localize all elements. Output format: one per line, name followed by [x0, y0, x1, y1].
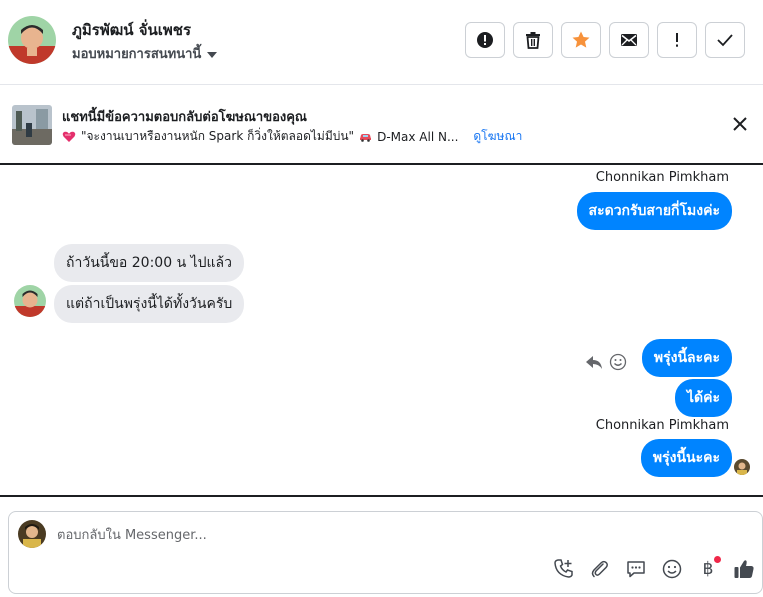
emoji-icon [662, 559, 682, 579]
reply-icon[interactable] [585, 354, 603, 370]
mark-unread-button[interactable] [609, 22, 649, 58]
alert-circle-icon [477, 32, 493, 48]
close-banner-button[interactable] [731, 115, 749, 133]
notification-dot [714, 556, 721, 563]
incoming-message[interactable]: ถ้าวันนี้ขอ 20:00 น ไปแล้ว [54, 244, 244, 282]
saved-replies-button[interactable] [625, 558, 647, 580]
envelope-icon [621, 34, 637, 46]
ad-banner-title: แชทนี้มีข้อความตอบกลับต่อโฆษณาของคุณ [62, 110, 307, 125]
assign-label: มอบหมายการสนทนานี้ [72, 47, 202, 62]
car-icon [360, 133, 372, 142]
heart-icon [62, 131, 76, 142]
emoji-button[interactable] [661, 558, 683, 580]
outgoing-message[interactable]: ได้ค่ะ [674, 379, 732, 417]
add-call-icon [554, 559, 573, 578]
inbox-conversation: ภูมิรพัฒน์ จั่นเพชร มอบหมายการสนทนานี้ แ… [0, 0, 763, 597]
exclamation-icon [676, 33, 678, 47]
sender-name: Chonnikan Pimkham [595, 418, 729, 433]
seen-receipt-avatar [734, 459, 750, 475]
composer-tools: ฿ [553, 556, 755, 580]
star-button[interactable] [561, 22, 601, 58]
payment-icon: ฿ [702, 559, 714, 579]
ad-thumbnail[interactable] [12, 105, 52, 145]
report-spam-button[interactable] [465, 22, 505, 58]
ad-reply-banner: แชทนี้มีข้อความตอบกลับต่อโฆษณาของคุณ "จะ… [0, 86, 763, 165]
reply-input[interactable] [57, 524, 657, 546]
ad-description: "จะงานเบาหรืองานหนัก Spark ก็วิ่งให้ตลอด… [62, 127, 522, 146]
contact-avatar[interactable] [8, 16, 56, 64]
mark-done-button[interactable] [705, 22, 745, 58]
attach-button[interactable] [589, 558, 611, 580]
caret-down-icon [207, 51, 218, 58]
conversation-actions [465, 22, 745, 58]
message-actions [585, 353, 627, 371]
page-avatar [18, 520, 46, 548]
sender-name: Chonnikan Pimkham [595, 170, 729, 185]
message-thread: Chonnikan Pimkham สะดวกรับสายกี่โมงค่ะ ถ… [0, 167, 763, 497]
close-icon [733, 117, 747, 131]
delete-button[interactable] [513, 22, 553, 58]
message-composer: ฿ [8, 511, 763, 594]
incoming-message[interactable]: แต่ถ้าเป็นพรุ่งนี้ได้ทั้งวันครับ [54, 285, 245, 323]
follow-up-button[interactable] [657, 22, 697, 58]
thumbs-up-icon [734, 560, 754, 578]
ad-text: "จะงานเบาหรืองานหนัก Spark ก็วิ่งให้ตลอด… [81, 129, 355, 143]
payment-button[interactable]: ฿ [697, 556, 721, 580]
ad-suffix: D-Max All N... [377, 129, 459, 144]
conversation-header: ภูมิรพัฒน์ จั่นเพชร มอบหมายการสนทนานี้ [0, 0, 763, 85]
assign-conversation-dropdown[interactable]: มอบหมายการสนทนานี้ [72, 43, 218, 64]
paperclip-icon [591, 560, 608, 578]
emoji-reaction-icon[interactable] [609, 353, 627, 371]
contact-name[interactable]: ภูมิรพัฒน์ จั่นเพชร [72, 18, 191, 42]
outgoing-message[interactable]: พรุ่งนี้ละคะ [641, 339, 732, 377]
outgoing-message[interactable]: พรุ่งนี้นะคะ [640, 439, 732, 477]
contact-avatar-small [14, 285, 46, 317]
check-icon [717, 34, 733, 47]
saved-replies-icon [627, 561, 645, 578]
trash-icon [526, 32, 540, 49]
view-ad-link[interactable]: ดูโฆษณา [473, 127, 522, 146]
like-button[interactable] [733, 558, 755, 580]
add-call-button[interactable] [553, 558, 575, 580]
star-icon [572, 31, 590, 48]
outgoing-message[interactable]: สะดวกรับสายกี่โมงค่ะ [576, 192, 732, 230]
